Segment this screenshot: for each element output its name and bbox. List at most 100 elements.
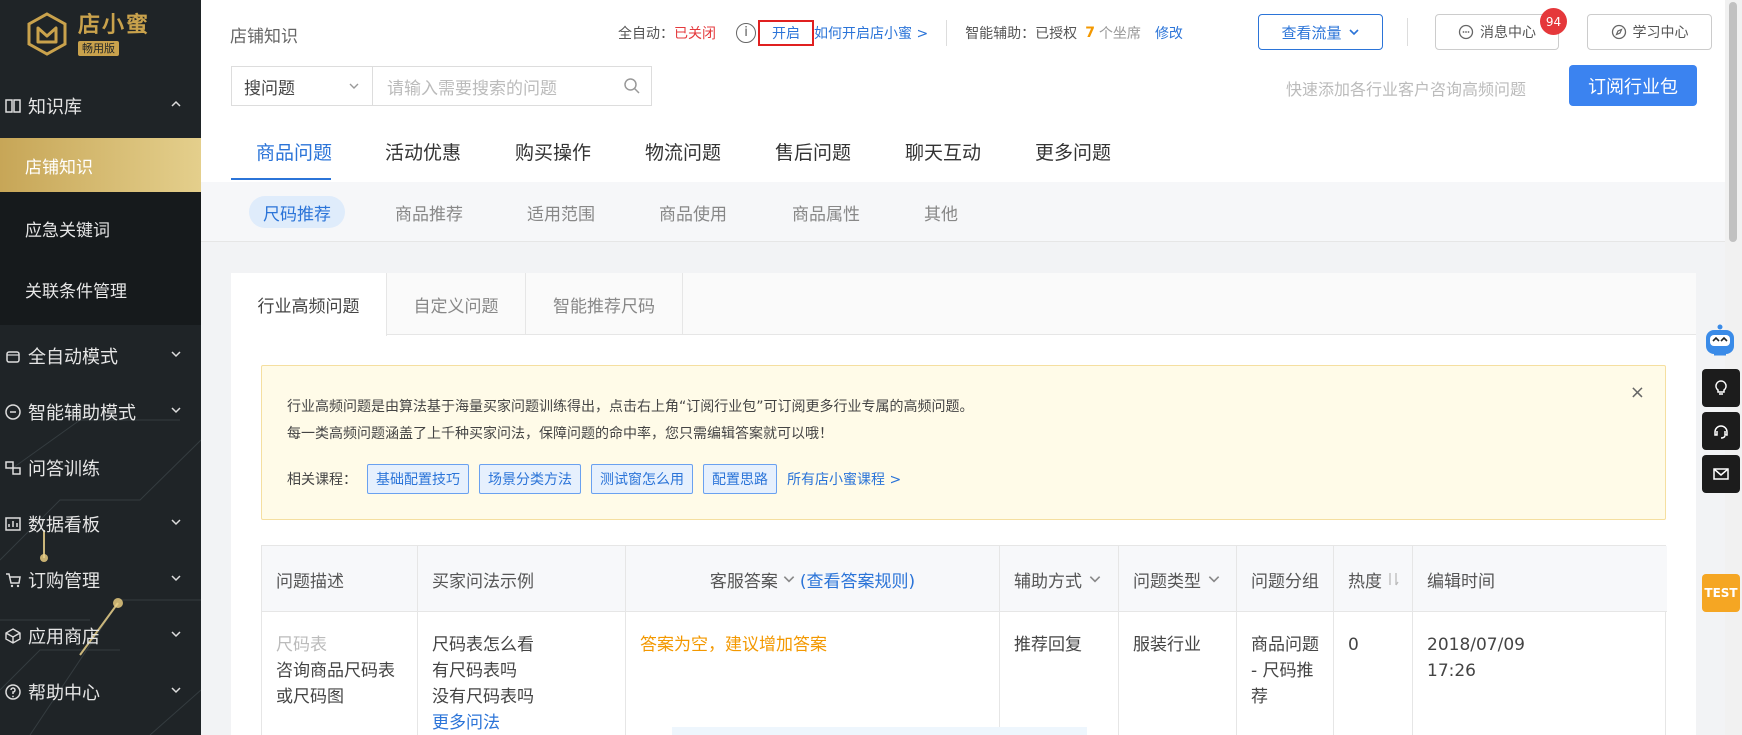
cell-examples: 尺码表怎么看 有尺码表吗 没有尺码表吗 更多问法 — [418, 612, 626, 735]
nav-group-dashboard[interactable]: 数据看板 — [0, 499, 201, 549]
assist-icon — [5, 404, 21, 420]
test-window-button[interactable]: TEST — [1702, 574, 1740, 612]
answer-rule-link[interactable]: (查看答案规则) — [800, 567, 915, 592]
sort-icon — [1389, 573, 1399, 586]
tab-after-sales[interactable]: 售后问题 — [775, 120, 851, 182]
mail-button[interactable] — [1702, 455, 1740, 493]
chevron-up-icon — [171, 100, 181, 107]
mail-icon — [1713, 468, 1729, 480]
search-icon[interactable] — [623, 77, 641, 95]
sidebar-item-label: 关联条件管理 — [25, 281, 127, 302]
heat-header-label: 热度 — [1348, 571, 1382, 592]
column-header-answer[interactable]: 客服答案 (查看答案规则) — [626, 546, 1000, 612]
course-tag-config-ideas[interactable]: 配置思路 — [703, 464, 777, 494]
robot-assistant-icon[interactable] — [1700, 322, 1740, 362]
learning-center-button[interactable]: 学习中心 — [1587, 14, 1712, 50]
table-row: 尺码表 咨询商品尺码表或尺码图 尺码表怎么看 有尺码表吗 没有尺码表吗 更多问法… — [262, 612, 1667, 735]
more-examples-link[interactable]: 更多问法 — [432, 710, 611, 735]
tab-custom-questions[interactable]: 自定义问题 — [387, 273, 526, 335]
knowledge-submenu: 店铺知识 应急关键词 关联条件管理 — [0, 138, 201, 325]
view-traffic-label: 查看流量 — [1281, 23, 1342, 42]
notice-line-2: 每一类高频问题涵盖了上千种买家问法，保障问题的命中率，您只需编辑答案就可以哦！ — [287, 426, 833, 442]
nav-group-training[interactable]: 问答训练 — [0, 443, 201, 493]
column-header-assist[interactable]: 辅助方式 — [1000, 546, 1119, 612]
chevron-down-icon — [171, 407, 181, 414]
empty-answer-warning: 答案为空，建议增加答案 — [640, 635, 827, 655]
column-header-type[interactable]: 问题类型 — [1119, 546, 1237, 612]
nav-group-orders[interactable]: 订购管理 — [0, 555, 201, 605]
edition-badge: 畅用版 — [78, 40, 119, 56]
tab-smart-size[interactable]: 智能推荐尺码 — [526, 273, 683, 335]
tab-chat[interactable]: 聊天互动 — [905, 120, 981, 182]
column-header-group: 问题分组 — [1237, 546, 1334, 612]
nav-group-app-store[interactable]: 应用商店 — [0, 611, 201, 661]
help-icon — [5, 684, 21, 700]
logo[interactable]: 店小蜜 畅用版 — [26, 12, 150, 56]
chevron-down-icon — [171, 519, 181, 526]
auto-status: 已关闭 — [674, 26, 716, 42]
nav-group-auto-mode[interactable]: 全自动模式 — [0, 331, 201, 381]
example-item: 有尺码表吗 — [432, 661, 517, 681]
answer-header-label: 客服答案 — [709, 571, 778, 592]
courses-label: 相关课程： — [287, 472, 357, 488]
subtab-size-recommend[interactable]: 尺码推荐 — [249, 196, 345, 228]
status-row: 全自动： 已关闭 i 开启 如何开启店小蜜 > 智能辅助：已授权 7 个坐席 修… — [618, 20, 1183, 46]
subcategory-tabs: 尺码推荐 商品推荐 适用范围 商品使用 商品属性 其他 — [201, 182, 1725, 242]
nav-group-knowledge[interactable]: 知识库 — [0, 81, 201, 131]
course-tag-test-window[interactable]: 测试窗怎么用 — [591, 464, 693, 494]
tab-purchase[interactable]: 购买操作 — [515, 120, 591, 182]
chevron-down-icon — [1208, 576, 1220, 583]
column-header-time: 编辑时间 — [1427, 571, 1495, 592]
subtab-other[interactable]: 其他 — [924, 196, 958, 228]
close-icon[interactable]: × — [1630, 382, 1645, 403]
cell-type: 服装行业 — [1119, 612, 1237, 735]
sidebar-item-label: 应急关键词 — [25, 220, 110, 241]
question-source-tabs: 行业高频问题 自定义问题 智能推荐尺码 — [231, 273, 1696, 336]
sidebar-item-label: 店铺知识 — [25, 157, 93, 178]
tab-more[interactable]: 更多问题 — [1035, 120, 1111, 182]
cell-heat: 0 — [1334, 612, 1413, 735]
sidebar-item-condition-management[interactable]: 关联条件管理 — [0, 262, 201, 316]
tab-product-questions[interactable]: 商品问题 — [256, 120, 332, 182]
info-icon[interactable]: i — [736, 23, 756, 43]
search-input[interactable]: 请输入需要搜索的问题 — [372, 66, 652, 106]
search-type-label: 搜问题 — [244, 78, 295, 99]
nav-group-label: 应用商店 — [28, 627, 100, 648]
search-type-select[interactable]: 搜问题 — [231, 66, 372, 106]
open-auto-button[interactable]: 开启 — [758, 20, 814, 46]
scrollbar-thumb[interactable] — [1729, 2, 1737, 242]
all-courses-link[interactable]: 所有店小蜜课程 > — [787, 469, 901, 489]
subtab-attributes[interactable]: 商品属性 — [792, 196, 860, 228]
chevron-down-icon — [171, 351, 181, 358]
subtab-product-recommend[interactable]: 商品推荐 — [395, 196, 463, 228]
tab-logistics[interactable]: 物流问题 — [645, 120, 721, 182]
tab-promotions[interactable]: 活动优惠 — [385, 120, 461, 182]
how-to-open-link[interactable]: 如何开启店小蜜 > — [814, 23, 928, 43]
course-tag-scene-classification[interactable]: 场景分类方法 — [479, 464, 581, 494]
nav-group-assist-mode[interactable]: 智能辅助模式 — [0, 387, 201, 437]
logo-title: 店小蜜 — [78, 12, 151, 38]
tab-industry-questions[interactable]: 行业高频问题 — [231, 273, 387, 336]
column-header-heat[interactable]: 热度 — [1334, 546, 1413, 612]
subtab-scope[interactable]: 适用范围 — [527, 196, 595, 228]
page-title: 店铺知识 — [230, 27, 298, 47]
subtab-usage[interactable]: 商品使用 — [659, 196, 727, 228]
tips-button[interactable] — [1702, 369, 1740, 407]
nav-group-help[interactable]: 帮助中心 — [0, 667, 201, 717]
cell-answer[interactable]: 答案为空，建议增加答案 — [626, 612, 1000, 735]
cell-group: 商品问题 - 尺码推荐 — [1237, 612, 1334, 735]
customer-service-button[interactable] — [1702, 412, 1740, 450]
message-center-label: 消息中心 — [1480, 25, 1536, 41]
edit-date: 2018/07/09 — [1427, 635, 1525, 655]
subscribe-industry-button[interactable]: 订阅行业包 — [1569, 65, 1697, 106]
type-header-label: 问题类型 — [1133, 571, 1201, 592]
view-traffic-button[interactable]: 查看流量 — [1258, 14, 1383, 50]
answer-editor-strip — [672, 727, 1087, 735]
search-placeholder: 请输入需要搜索的问题 — [387, 78, 557, 99]
sidebar-item-emergency-keywords[interactable]: 应急关键词 — [0, 201, 201, 255]
top-bar: 店铺知识 全自动： 已关闭 i 开启 如何开启店小蜜 > 智能辅助：已授权 7 … — [201, 0, 1725, 120]
chevron-down-icon — [349, 83, 359, 89]
modify-link[interactable]: 修改 — [1155, 23, 1183, 43]
sidebar-item-store-knowledge[interactable]: 店铺知识 — [0, 138, 201, 192]
course-tag-basic-config[interactable]: 基础配置技巧 — [367, 464, 469, 494]
